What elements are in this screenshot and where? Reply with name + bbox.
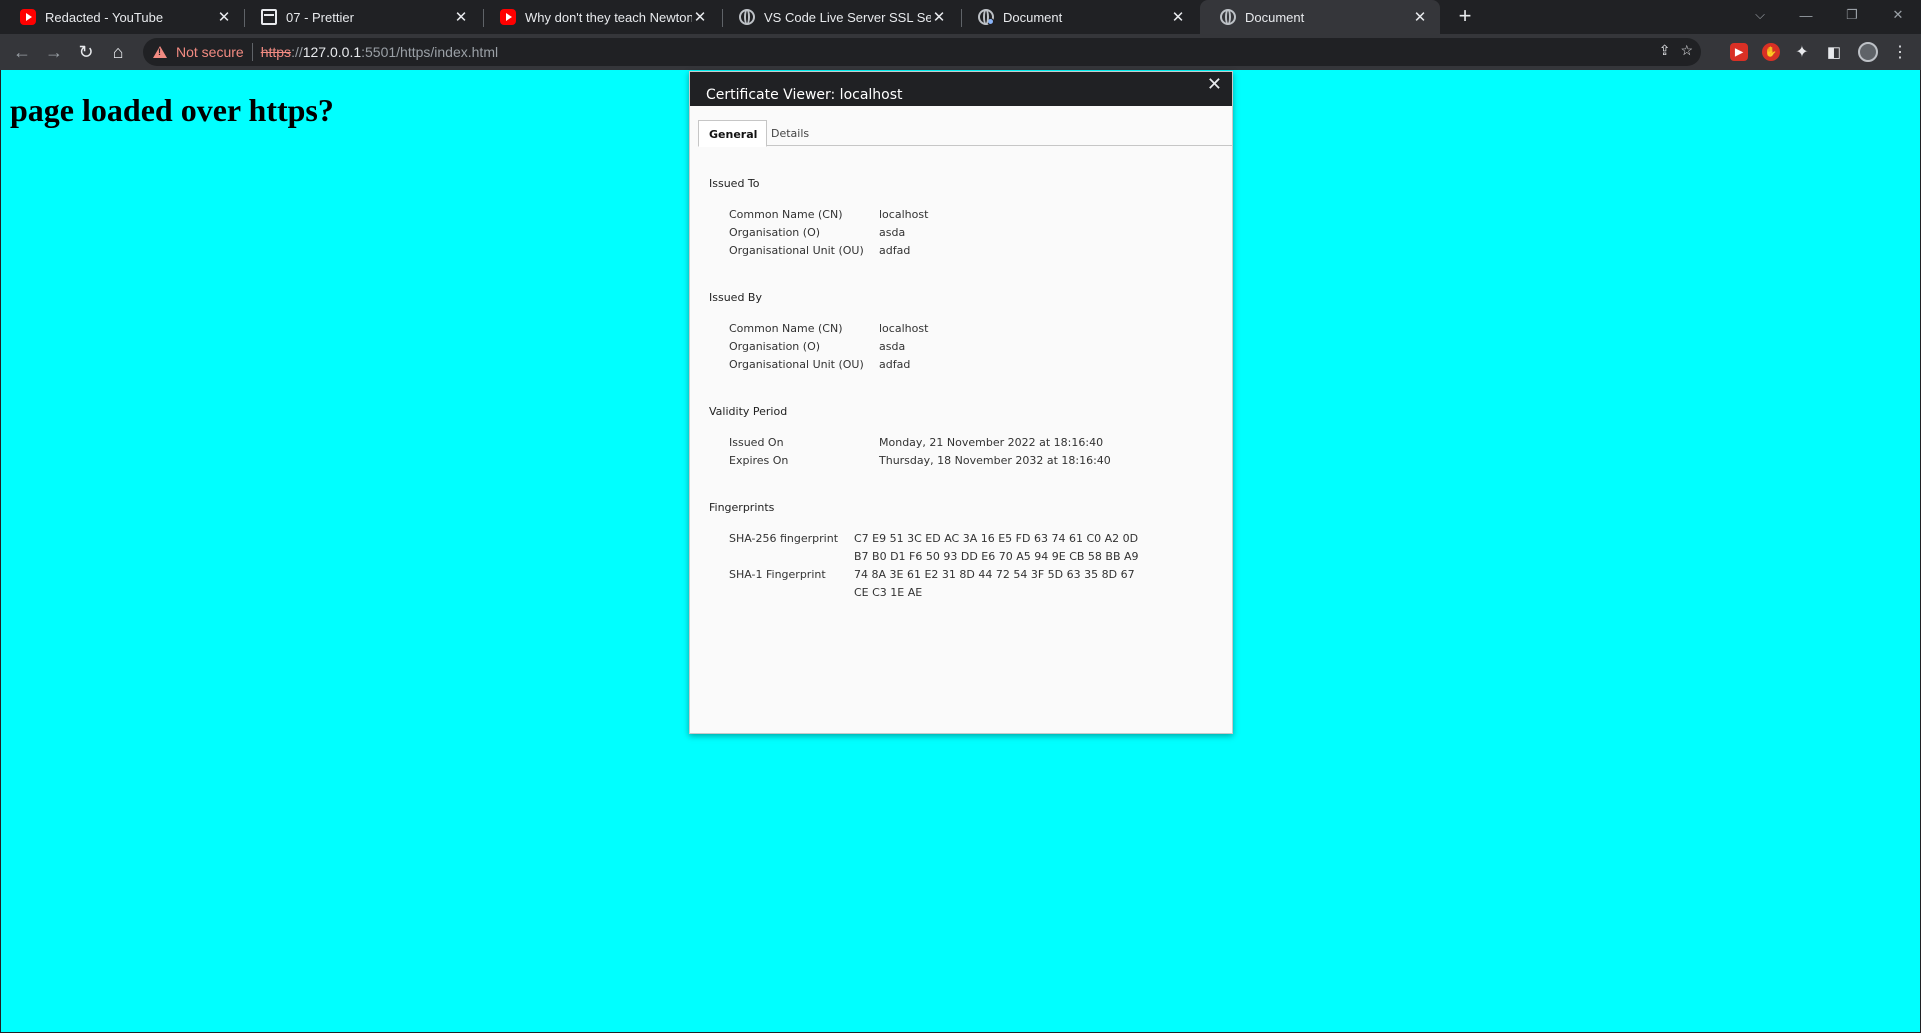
reload-icon[interactable]: ↻ [73, 39, 99, 65]
extension-red-icon[interactable]: ▶ [1730, 43, 1748, 61]
tab-close-icon[interactable]: ✕ [216, 9, 232, 26]
forward-icon[interactable]: → [41, 39, 67, 65]
dialog-title: Certificate Viewer: localhost [706, 87, 903, 103]
tab-youtube[interactable]: Redacted - YouTube ✕ [0, 0, 244, 34]
extension-hand-icon[interactable]: ✋ [1762, 43, 1780, 61]
certificate-viewer-dialog: Certificate Viewer: localhost ✕ General … [689, 71, 1233, 734]
tab-title: Document [1245, 9, 1305, 25]
tab-search-icon[interactable]: ⌵ [1737, 0, 1783, 30]
field-label: Common Name (CN) [729, 208, 843, 221]
warning-icon [153, 46, 167, 58]
not-secure-label[interactable]: Not secure [176, 44, 244, 60]
field-label: Common Name (CN) [729, 322, 843, 335]
globe-icon [739, 9, 755, 25]
tab-close-icon[interactable]: ✕ [1412, 9, 1428, 26]
tab-prettier[interactable]: 07 - Prettier ✕ [241, 0, 481, 34]
sha256-value-line1: C7 E9 51 3C ED AC 3A 16 E5 FD 63 74 61 C… [854, 532, 1139, 545]
field-value: asda [879, 340, 906, 353]
tab-document[interactable]: Document ✕ [958, 0, 1198, 34]
section-issued-by: Issued By [709, 291, 762, 304]
side-panel-icon[interactable]: ◧ [1821, 39, 1847, 65]
address-bar[interactable]: Not secure https://127.0.0.1:5501/https/… [143, 38, 1701, 66]
tab-vscode-ssl[interactable]: VS Code Live Server SSL Settings ✕ [719, 0, 959, 34]
field-value: Monday, 21 November 2022 at 18:16:40 [879, 436, 1104, 449]
audio-dot-icon [987, 18, 994, 25]
tab-title: 07 - Prettier [286, 9, 354, 25]
url-scheme: https [260, 44, 292, 60]
section-validity-period: Validity Period [709, 405, 788, 418]
tab-document-active[interactable]: Document ✕ [1200, 0, 1440, 34]
tab-close-icon[interactable]: ✕ [692, 9, 708, 26]
globe-icon [978, 9, 994, 25]
url-host: 127.0.0.1 [302, 44, 362, 60]
tab-close-icon[interactable]: ✕ [931, 9, 947, 26]
field-label: Organisational Unit (OU) [729, 358, 864, 371]
field-value: asda [879, 226, 906, 239]
document-icon [261, 9, 277, 25]
page-heading: page loaded over https? [10, 92, 334, 128]
restore-button[interactable]: ❐ [1829, 0, 1875, 30]
field-value: localhost [879, 322, 929, 335]
tab-close-icon[interactable]: ✕ [453, 9, 469, 26]
field-value: adfad [879, 358, 911, 371]
field-label: Organisation (O) [729, 226, 821, 239]
new-tab-button[interactable]: + [1454, 5, 1476, 28]
tab-close-icon[interactable]: ✕ [1170, 9, 1186, 26]
section-fingerprints: Fingerprints [709, 501, 775, 514]
section-issued-to: Issued To [709, 177, 760, 190]
url-path: :5501/https/index.html [361, 44, 499, 60]
tab-title: Redacted - YouTube [45, 9, 164, 25]
field-value: localhost [879, 208, 929, 221]
tab-details[interactable]: Details [761, 120, 818, 146]
dialog-tabs: General Details [698, 120, 1232, 147]
menu-kebab-icon[interactable]: ⋮ [1887, 39, 1913, 65]
youtube-icon [20, 9, 36, 25]
address-divider [251, 43, 253, 61]
bookmark-star-icon[interactable]: ☆ [1680, 42, 1693, 59]
field-label: Issued On [729, 436, 784, 449]
minimize-button[interactable]: — [1783, 0, 1829, 30]
close-icon[interactable]: ✕ [1207, 74, 1222, 95]
youtube-icon [500, 9, 516, 25]
tab-title: Why don't they teach Newton's c [525, 9, 692, 25]
browser-toolbar: ← → ↻ ⌂ Not secure https://127.0.0.1:550… [0, 34, 1921, 70]
tab-title: VS Code Live Server SSL Settings [764, 9, 931, 25]
field-label: Organisation (O) [729, 340, 821, 353]
url-scheme-separator: :// [291, 44, 303, 60]
field-value: adfad [879, 244, 911, 257]
field-label: Expires On [729, 454, 789, 467]
back-icon[interactable]: ← [9, 39, 35, 65]
avatar[interactable] [1855, 39, 1881, 65]
extensions-puzzle-icon[interactable]: ✦ [1789, 39, 1815, 65]
sha256-label: SHA-256 fingerprint [729, 532, 839, 545]
tab-strip: Redacted - YouTube ✕ 07 - Prettier ✕ Why… [0, 0, 1921, 34]
sha1-label: SHA-1 Fingerprint [729, 568, 826, 581]
close-window-button[interactable]: ✕ [1875, 0, 1921, 30]
dialog-title-bar: Certificate Viewer: localhost ✕ [690, 72, 1232, 106]
globe-icon [1220, 9, 1236, 25]
tab-newton[interactable]: Why don't they teach Newton's c ✕ [480, 0, 720, 34]
tab-title: Document [1003, 9, 1063, 25]
sha1-value-line2: CE C3 1E AE [854, 586, 923, 599]
tab-general[interactable]: General [698, 120, 768, 147]
share-icon[interactable]: ⇪ [1659, 42, 1671, 59]
omnibox-actions: ⇪ ☆ [1659, 42, 1693, 59]
sha1-value-line1: 74 8A 3E 61 E2 31 8D 44 72 54 3F 5D 63 3… [854, 568, 1135, 581]
home-icon[interactable]: ⌂ [105, 39, 131, 65]
field-value: Thursday, 18 November 2032 at 18:16:40 [879, 454, 1111, 467]
field-label: Organisational Unit (OU) [729, 244, 864, 257]
sha256-value-line2: B7 B0 D1 F6 50 93 DD E6 70 A5 94 9E CB 5… [854, 550, 1139, 563]
